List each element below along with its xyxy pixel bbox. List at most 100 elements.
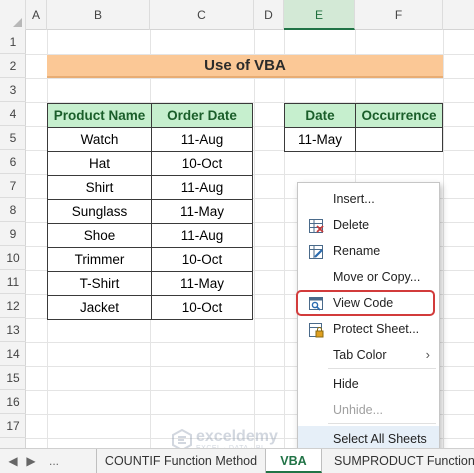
- cell-product[interactable]: T-Shirt: [47, 271, 152, 296]
- header-order-date[interactable]: Order Date: [151, 103, 253, 128]
- row-header[interactable]: 14: [0, 342, 26, 366]
- row-header[interactable]: 16: [0, 390, 26, 414]
- menu-item-label: View Code: [333, 296, 394, 310]
- rename-icon: [308, 243, 324, 259]
- table-row: Shoe 11-Aug: [47, 223, 253, 248]
- product-table: Product Name Order Date Watch 11-Aug Hat 1…: [47, 103, 253, 320]
- header-product-name[interactable]: Product Name: [47, 103, 152, 128]
- sheet-tab-bar: ◀ ▶ ... COUNTIF Function Method VBA SUMP…: [0, 448, 474, 473]
- row-header[interactable]: 6: [0, 150, 26, 174]
- grid-line: [443, 30, 444, 450]
- sheet-tab-context-menu: Insert... Delete Rename Move or Copy... …: [296, 182, 440, 454]
- cell-date[interactable]: 11-May: [151, 199, 253, 224]
- table-row: T-Shirt 11-May: [47, 271, 253, 296]
- cell-date[interactable]: 10-Oct: [151, 247, 253, 272]
- tab-scroll-right-button[interactable]: ▶: [22, 451, 40, 471]
- tab-more-button[interactable]: ...: [42, 451, 66, 471]
- menu-item-unhide: Unhide...: [298, 397, 439, 423]
- menu-item-label: Protect Sheet...: [333, 322, 420, 336]
- cell-date[interactable]: 11-Aug: [151, 175, 253, 200]
- column-header-b[interactable]: B: [47, 0, 150, 30]
- table-row: 11-May: [284, 127, 443, 152]
- cell-date[interactable]: 11-Aug: [151, 127, 253, 152]
- menu-item-label: Unhide...: [333, 403, 384, 417]
- cell-date[interactable]: 10-Oct: [151, 151, 253, 176]
- menu-item-label: Move or Copy...: [333, 270, 421, 284]
- cell-product[interactable]: Sunglass: [47, 199, 152, 224]
- menu-item-insert[interactable]: Insert...: [298, 186, 439, 212]
- view-code-icon: [308, 295, 324, 311]
- column-header-d[interactable]: D: [254, 0, 284, 30]
- column-header-c[interactable]: C: [150, 0, 254, 30]
- occurrence-table: Date Occurrence 11-May: [284, 103, 443, 152]
- table-row: Jacket 10-Oct: [47, 295, 253, 320]
- cell-date[interactable]: 11-May: [284, 127, 356, 152]
- menu-item-label: Tab Color: [333, 348, 387, 362]
- tab-scroll-left-button[interactable]: ◀: [4, 451, 22, 471]
- menu-item-protect-sheet[interactable]: Protect Sheet...: [298, 316, 439, 342]
- menu-item-view-code[interactable]: View Code: [298, 290, 439, 316]
- grid-line: [26, 78, 474, 79]
- row-header[interactable]: 13: [0, 318, 26, 342]
- table-row: Sunglass 11-May: [47, 199, 253, 224]
- row-header[interactable]: 10: [0, 246, 26, 270]
- protect-sheet-icon: [308, 321, 324, 338]
- row-header[interactable]: 5: [0, 126, 26, 150]
- sheet-tab-countif[interactable]: COUNTIF Function Method: [96, 449, 266, 473]
- table-row: Trimmer 10-Oct: [47, 247, 253, 272]
- sheet-tab-vba[interactable]: VBA: [266, 449, 322, 473]
- row-header-bar: 1 2 3 4 5 6 7 8 9 10 11 12 13 14 15 16 1…: [0, 30, 26, 450]
- row-header[interactable]: 15: [0, 366, 26, 390]
- cell-product[interactable]: Jacket: [47, 295, 152, 320]
- table-header-row: Product Name Order Date: [47, 103, 253, 128]
- row-header[interactable]: 12: [0, 294, 26, 318]
- table-row: Shirt 11-Aug: [47, 175, 253, 200]
- row-header[interactable]: 11: [0, 270, 26, 294]
- grid-line: [284, 30, 285, 450]
- row-header[interactable]: 1: [0, 30, 26, 54]
- cell-product[interactable]: Shirt: [47, 175, 152, 200]
- table-row: Watch 11-Aug: [47, 127, 253, 152]
- select-all-triangle-icon: [13, 18, 22, 27]
- grid-line: [254, 30, 255, 450]
- select-all-corner[interactable]: [0, 0, 26, 30]
- sheet-tab-sumproduct[interactable]: SUMPRODUCT Function M: [322, 449, 474, 473]
- menu-item-delete[interactable]: Delete: [298, 212, 439, 238]
- row-header[interactable]: 7: [0, 174, 26, 198]
- cell-product[interactable]: Watch: [47, 127, 152, 152]
- cell-occurrence[interactable]: [355, 127, 443, 152]
- menu-item-move-or-copy[interactable]: Move or Copy...: [298, 264, 439, 290]
- column-header-bar: A B C D E F: [0, 0, 474, 30]
- header-date[interactable]: Date: [284, 103, 356, 128]
- column-header-e[interactable]: E: [284, 0, 355, 30]
- menu-item-tab-color[interactable]: Tab Color ›: [298, 342, 439, 368]
- menu-item-label: Insert...: [333, 192, 375, 206]
- menu-item-label: Delete: [333, 218, 370, 232]
- row-header[interactable]: 2: [0, 54, 26, 78]
- header-occurrence[interactable]: Occurrence: [355, 103, 443, 128]
- cell-date[interactable]: 10-Oct: [151, 295, 253, 320]
- table-header-row: Date Occurrence: [284, 103, 443, 128]
- menu-item-rename[interactable]: Rename: [298, 238, 439, 264]
- menu-item-hide[interactable]: Hide: [298, 371, 439, 397]
- cell-product[interactable]: Shoe: [47, 223, 152, 248]
- column-header-a[interactable]: A: [26, 0, 47, 30]
- cell-product[interactable]: Hat: [47, 151, 152, 176]
- column-header-f[interactable]: F: [355, 0, 443, 30]
- menu-separator: [328, 368, 436, 369]
- delete-sheet-icon: [308, 217, 324, 233]
- cell-product[interactable]: Trimmer: [47, 247, 152, 272]
- table-row: Hat 10-Oct: [47, 151, 253, 176]
- sheet-title-cell[interactable]: Use of VBA: [47, 55, 443, 78]
- menu-item-label: Rename: [333, 244, 381, 258]
- cell-date[interactable]: 11-May: [151, 271, 253, 296]
- row-header[interactable]: 17: [0, 414, 26, 438]
- row-header[interactable]: 9: [0, 222, 26, 246]
- row-header[interactable]: 3: [0, 78, 26, 102]
- row-header[interactable]: 8: [0, 198, 26, 222]
- cell-date[interactable]: 11-Aug: [151, 223, 253, 248]
- watermark-brand: exceldemy: [196, 428, 278, 445]
- menu-item-label: Hide: [333, 377, 359, 391]
- menu-separator: [328, 423, 436, 424]
- row-header[interactable]: 4: [0, 102, 26, 126]
